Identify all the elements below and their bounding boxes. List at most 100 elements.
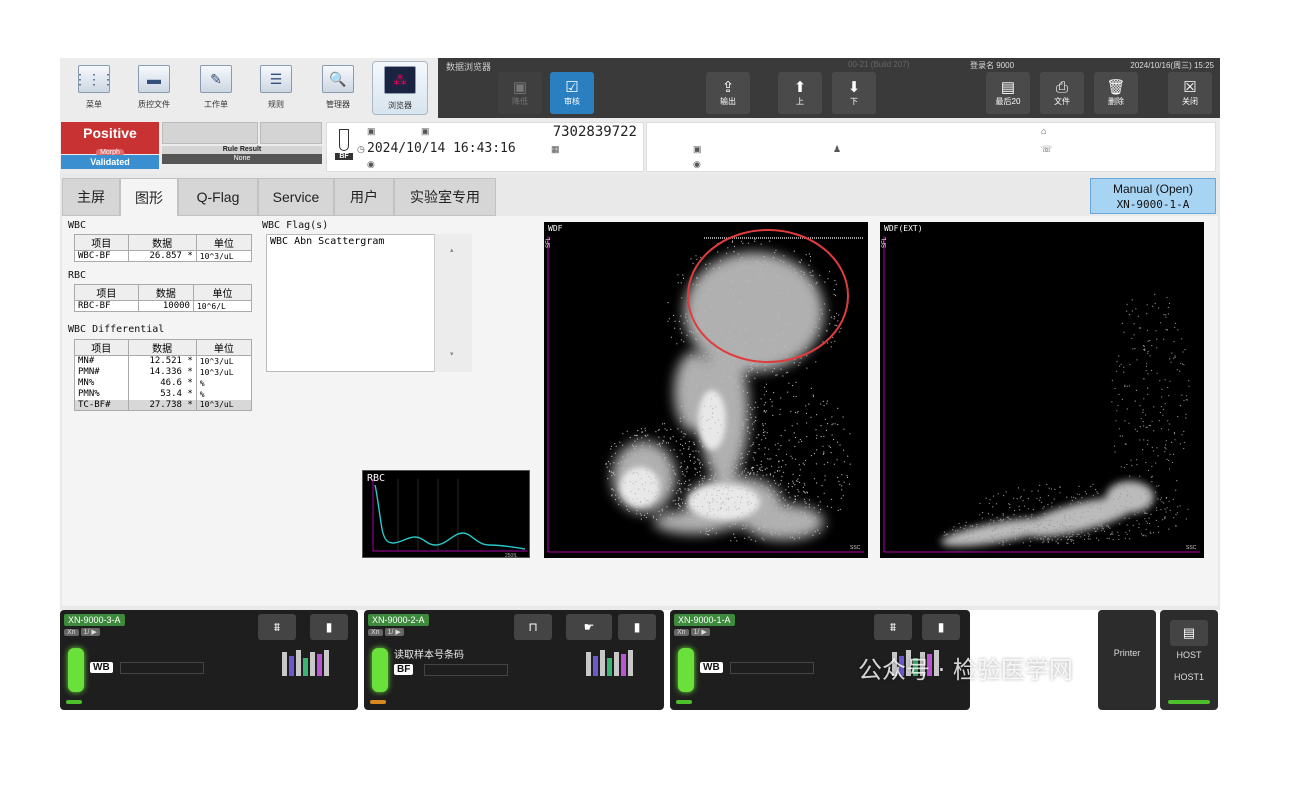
tab-user[interactable]: 用户 (334, 178, 394, 216)
manager-button[interactable]: 🔍 管理器 (312, 61, 364, 115)
output-button[interactable]: ⇪ 输出 (706, 72, 750, 114)
tab-service[interactable]: Service (258, 178, 334, 216)
scatter-point (698, 284, 700, 286)
scroll-down-icon[interactable]: ▾ (450, 350, 454, 358)
wdf-ext-scattergram[interactable]: WDF(EXT) SFL SSC (880, 222, 1204, 558)
scatter-point (777, 334, 779, 336)
scatter-point (783, 255, 785, 257)
tab-graphics[interactable]: 图形 (120, 178, 178, 216)
table-row[interactable]: MN# 12.521 * 10^3/uL (74, 355, 253, 367)
scatter-point (697, 369, 699, 371)
scatter-point (1036, 497, 1038, 500)
rack-icon[interactable]: ⩩ (258, 614, 296, 640)
scatter-point (696, 312, 698, 314)
scatter-point (1026, 532, 1029, 534)
previous-button[interactable]: ⬆ 上 (778, 72, 822, 114)
rules-button[interactable]: ☰ 规则 (250, 61, 302, 115)
table-row[interactable]: PMN# 14.336 * 10^3/uL (74, 366, 253, 378)
delete-button[interactable]: 🗑 删除 (1094, 72, 1138, 114)
scatter-point (737, 496, 739, 498)
scatter-point (694, 432, 696, 434)
scatter-point (1124, 517, 1126, 519)
scatter-point (1164, 403, 1166, 405)
manual-open-button[interactable]: Manual (Open) XN-9000-1-A (1090, 178, 1216, 214)
scatter-point (638, 488, 640, 490)
tube-rack-icon[interactable]: ⊓ (514, 614, 552, 640)
scatter-point (758, 468, 760, 470)
scatter-point (834, 280, 836, 282)
scatter-point (680, 405, 683, 408)
scatter-point (725, 423, 728, 425)
validate-button[interactable]: ☑ 审核 (550, 72, 594, 114)
scatter-point (1099, 519, 1101, 521)
scatter-point (831, 434, 833, 436)
tab-q-flag[interactable]: Q-Flag (178, 178, 258, 216)
scatter-point (788, 382, 790, 384)
rbc-histogram[interactable]: RBC 250fL (362, 470, 530, 559)
scatter-point (745, 524, 747, 527)
analyzer-card-2[interactable]: XN-9000-2-A Xn 1/ ▶ ⊓ ☛ ▮ 读取样本号条码 BF (364, 610, 664, 710)
scatter-point (752, 444, 754, 446)
scatter-point (994, 538, 996, 540)
scatter-point (1064, 516, 1066, 518)
close-button[interactable]: ☒ 关闭 (1168, 72, 1212, 114)
wdf-scattergram[interactable]: WDF SFL SSC (544, 222, 868, 558)
wbc-table: 项目 数据 单位 WBC-BF 26.857 * 10^3/uL (74, 234, 253, 262)
scatter-point (644, 464, 647, 466)
tube-icon[interactable]: ▮ (922, 614, 960, 640)
manual-mode-icon[interactable]: ☛ (566, 614, 612, 640)
scatter-point (1142, 535, 1144, 537)
table-row[interactable]: TC-BF# 27.738 * 10^3/uL (74, 399, 253, 411)
scatter-point (719, 260, 721, 262)
qc-file-button[interactable]: ▬ 质控文件 (128, 61, 180, 115)
rack-icon[interactable]: ⩩ (874, 614, 912, 640)
flags-scrollbar[interactable]: ▴ ▾ (434, 234, 472, 372)
table-row[interactable]: MN% 46.6 *% (74, 377, 253, 389)
scatter-point (1027, 498, 1029, 500)
scatter-point (827, 278, 829, 280)
scatter-point (1132, 348, 1134, 350)
scatter-point (763, 295, 765, 298)
next-button[interactable]: ⬇ 下 (832, 72, 876, 114)
scatter-point (805, 506, 807, 508)
scatter-point (664, 428, 666, 430)
scatter-point (770, 347, 772, 349)
table-row[interactable]: PMN% 53.4 *% (74, 388, 253, 400)
scatter-point (1112, 539, 1114, 541)
file-button[interactable]: ⎙ 文件 (1040, 72, 1084, 114)
last20-button[interactable]: ▤ 最后20 (986, 72, 1030, 114)
scatter-point (799, 474, 801, 477)
scatter-point (1110, 533, 1112, 536)
scatter-point (689, 330, 691, 332)
scatter-point (1142, 411, 1144, 413)
scatter-point (645, 516, 647, 519)
scatter-point (731, 463, 733, 465)
browser-button[interactable]: ⁂ 浏览器 (372, 61, 428, 115)
lower-button[interactable]: ▣ 降低 (498, 72, 542, 114)
scatter-point (1177, 329, 1179, 331)
browser-icon: ⁂ (384, 66, 416, 94)
scatter-point (1188, 380, 1190, 382)
printer-button[interactable]: Printer (1098, 610, 1156, 710)
scatter-point (622, 444, 624, 446)
table-row[interactable]: RBC-BF 10000 10^6/L (74, 300, 253, 312)
tab-lab-only[interactable]: 实验室专用 (394, 178, 496, 216)
scatter-point (645, 500, 647, 502)
scatter-point (726, 323, 728, 325)
scatter-point (1044, 513, 1046, 515)
worklist-button[interactable]: ✎ 工作单 (190, 61, 242, 115)
scatter-point (665, 456, 667, 459)
scroll-up-icon[interactable]: ▴ (450, 246, 454, 254)
scatter-point (818, 511, 820, 513)
tube-icon[interactable]: ▮ (618, 614, 656, 640)
table-row[interactable]: WBC-BF 26.857 * 10^3/uL (74, 250, 253, 262)
scatter-point (1046, 527, 1048, 529)
analyzer-card-3[interactable]: XN-9000-3-A Xn 1/ ▶ ⩩ ▮ WB (60, 610, 358, 710)
scatter-point (1063, 535, 1065, 537)
scatter-point (841, 489, 843, 491)
tab-main[interactable]: 主屏 (62, 178, 120, 216)
host-button[interactable]: ▤ HOST HOST1 (1160, 610, 1218, 710)
scatter-point (645, 473, 648, 475)
tube-icon[interactable]: ▮ (310, 614, 348, 640)
menu-button[interactable]: ⋮⋮⋮ 菜单 (68, 61, 120, 115)
